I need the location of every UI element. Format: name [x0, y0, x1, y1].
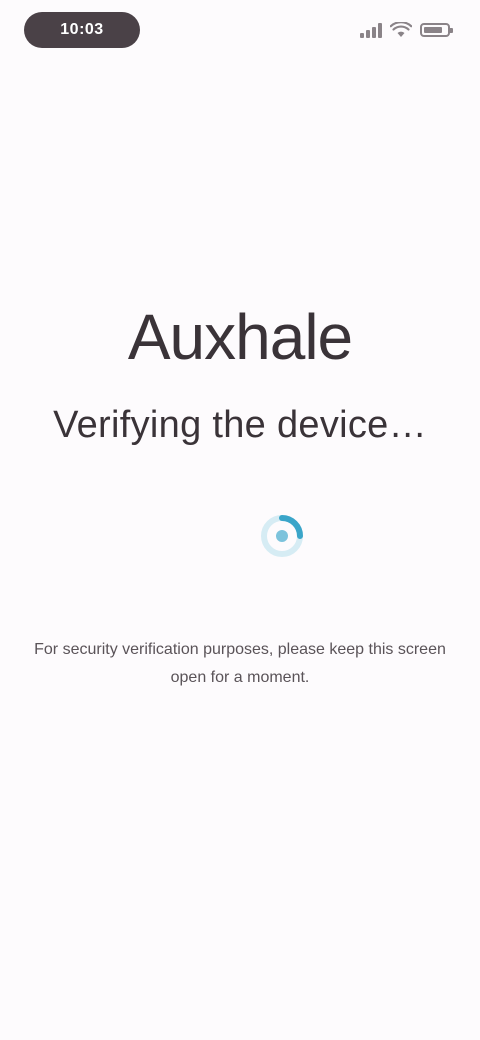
status-bar: 10:03 [0, 0, 480, 64]
wifi-icon [390, 22, 412, 37]
battery-level [424, 27, 442, 33]
verification-heading: Verifying the device… [53, 404, 427, 446]
status-icons [360, 18, 453, 42]
status-time-pill: 10:03 [24, 12, 140, 48]
verification-note: For security verification purposes, plea… [34, 641, 446, 686]
battery-icon [420, 23, 453, 37]
status-time: 10:03 [60, 21, 104, 38]
verification-screen: 10:03 Auxhale Verifying the device… For … [0, 0, 480, 1040]
loading-spinner-icon [261, 515, 303, 557]
brand-logo-text: Auxhale [127, 301, 353, 373]
loading-indicator [256, 510, 308, 562]
signal-icon [360, 22, 382, 38]
